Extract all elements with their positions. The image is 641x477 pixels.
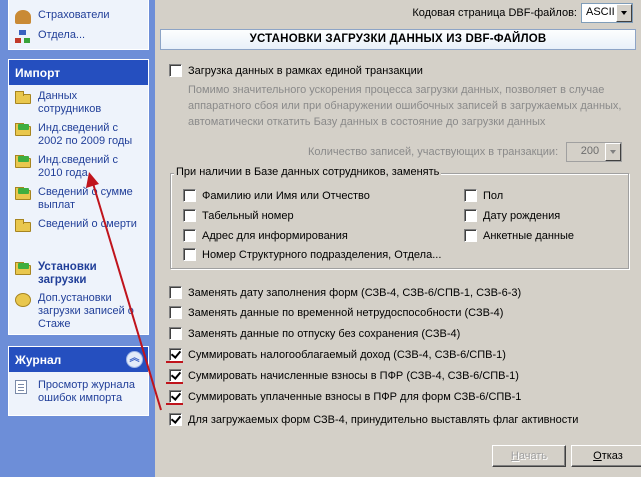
nav-group-journal: Журнал ︽ Просмотр журнала ошибок импорта	[8, 346, 149, 416]
checkbox-box[interactable]	[464, 229, 477, 242]
left-nav-panel: Страхователи Отдела... Импорт Данных сот…	[0, 0, 155, 477]
nav-item-extra-settings[interactable]: Доп.установки загрузки записей о Стаже	[15, 292, 142, 331]
nav-item-payments[interactable]: Сведений о сумме выплат	[15, 186, 142, 212]
nav-group-top: Страхователи Отдела...	[8, 0, 149, 50]
person-icon	[15, 10, 31, 24]
nav-item-ind-2010[interactable]: Инд.сведений с 2010 года	[15, 154, 142, 180]
nav-item-departments[interactable]: Отдела...	[15, 29, 142, 44]
checkbox-box[interactable]	[169, 413, 182, 426]
codepage-label: Кодовая страница DBF-файлов:	[412, 7, 577, 19]
page-title: УСТАНОВКИ ЗАГРУЗКИ ДАННЫХ ИЗ DBF-ФАЙЛОВ	[160, 29, 636, 50]
settings-panel: Кодовая страница DBF-файлов: ASCII УСТАН…	[155, 0, 641, 477]
folder-open-icon	[15, 155, 31, 168]
option-sum-accrued-contributions[interactable]: Суммировать начисленные взносы в ПФР (СЗ…	[169, 369, 519, 382]
option-sum-taxable-income[interactable]: Суммировать налогооблагаемый доход (СЗВ-…	[169, 348, 506, 361]
cancel-button[interactable]: Отказ	[571, 445, 641, 467]
document-icon	[15, 380, 27, 394]
double-chevron-up-icon[interactable]: ︽	[126, 351, 143, 368]
checkbox-box[interactable]	[183, 209, 196, 222]
folder-open-icon	[15, 187, 31, 200]
chevron-down-icon[interactable]	[616, 4, 632, 22]
nav-group-import: Импорт Данных сотрудников Инд.сведений с…	[8, 59, 149, 335]
nav-item-error-log[interactable]: Просмотр журнала ошибок импорта	[15, 379, 142, 405]
chevron-down-icon[interactable]	[605, 143, 622, 161]
nav-item-employee-data[interactable]: Данных сотрудников	[15, 90, 142, 116]
option-replace-unpaid-leave[interactable]: Заменять данные по отпуску без сохранени…	[169, 327, 460, 340]
checkbox-box[interactable]	[183, 248, 196, 261]
nav-item-load-settings[interactable]: Установки загрузки	[15, 261, 142, 287]
replace-tabnum-checkbox[interactable]: Табельный номер	[183, 209, 294, 222]
checkbox-box[interactable]	[464, 189, 477, 202]
checkbox-box[interactable]	[169, 306, 182, 319]
option-force-active-flag[interactable]: Для загружаемых форм СЗВ-4, принудительн…	[169, 413, 578, 426]
nav-item-death[interactable]: Сведений о смерти	[15, 218, 142, 232]
checkbox-box[interactable]	[183, 229, 196, 242]
replace-profile-checkbox[interactable]: Анкетные данные	[464, 229, 574, 242]
folder-settings-icon	[15, 262, 31, 275]
transaction-count-row: Количество записей, участвующих в транза…	[308, 142, 623, 162]
transaction-count-label: Количество записей, участвующих в транза…	[308, 146, 559, 158]
folder-icon	[15, 219, 31, 232]
import-group-header[interactable]: Импорт	[9, 60, 148, 85]
checkbox-box[interactable]	[169, 369, 182, 382]
checkbox-box[interactable]	[183, 189, 196, 202]
replace-gender-checkbox[interactable]: Пол	[464, 189, 503, 202]
transaction-checkbox[interactable]: Загрузка данных в рамках единой транзакц…	[169, 64, 423, 77]
replace-department-checkbox[interactable]: Номер Структурного подразделения, Отдела…	[183, 248, 441, 261]
nav-item-ind-2002-2009[interactable]: Инд.сведений с 2002 по 2009 годы	[15, 122, 142, 148]
option-sum-paid-contributions[interactable]: Суммировать уплаченные взносы в ПФР для …	[169, 390, 521, 403]
gear-icon	[15, 293, 31, 307]
replace-address-checkbox[interactable]: Адрес для информирования	[183, 229, 348, 242]
codepage-select[interactable]: ASCII	[581, 3, 633, 23]
checkbox-box[interactable]	[169, 390, 182, 403]
replace-birthdate-checkbox[interactable]: Дату рождения	[464, 209, 560, 222]
transaction-description: Помимо значительного ускорения процесса …	[188, 84, 622, 128]
journal-group-header[interactable]: Журнал ︽	[9, 347, 148, 372]
nav-item-insurers[interactable]: Страхователи	[15, 9, 142, 24]
option-replace-disability[interactable]: Заменять данные по временной нетрудоспос…	[169, 306, 503, 319]
folder-icon	[15, 91, 31, 104]
org-tree-icon	[15, 30, 31, 44]
transaction-count-spinner[interactable]: 200	[566, 142, 623, 162]
replace-groupbox-title: При наличии в Базе данных сотрудников, з…	[174, 166, 442, 178]
checkbox-box[interactable]	[169, 64, 182, 77]
replace-fio-checkbox[interactable]: Фамилию или Имя или Отчество	[183, 189, 370, 202]
codepage-row: Кодовая страница DBF-файлов: ASCII	[412, 3, 633, 23]
checkbox-box[interactable]	[169, 327, 182, 340]
checkbox-box[interactable]	[169, 348, 182, 361]
start-button[interactable]: Начать	[492, 445, 566, 467]
checkbox-box[interactable]	[169, 286, 182, 299]
checkbox-box[interactable]	[464, 209, 477, 222]
option-replace-fill-date[interactable]: Заменять дату заполнения форм (СЗВ-4, СЗ…	[169, 286, 521, 299]
folder-open-icon	[15, 123, 31, 136]
